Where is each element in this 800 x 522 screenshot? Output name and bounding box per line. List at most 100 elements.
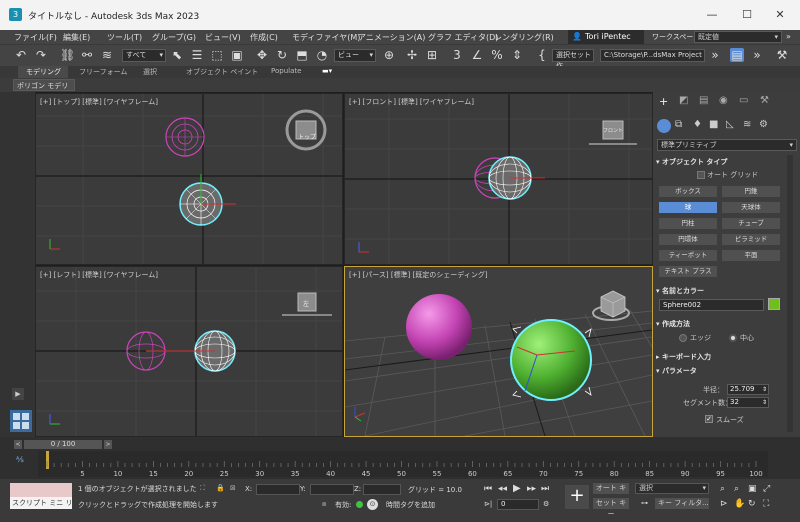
unlink-icon[interactable]: ⚯	[80, 48, 94, 62]
systems-icon[interactable]: ⚙	[759, 119, 768, 130]
magenta-sphere-wireframe[interactable]	[165, 117, 205, 157]
display-tab-icon[interactable]: ▭	[739, 95, 748, 106]
menu-animation[interactable]: アニメーション(A)	[358, 32, 425, 43]
x-coordinate-field[interactable]	[256, 484, 300, 495]
geometry-icon[interactable]	[657, 119, 671, 133]
viewcube-top[interactable]	[285, 109, 327, 151]
toolbar-overflow-icon[interactable]: »	[708, 48, 722, 62]
key-filters-button[interactable]: キー フィルタ...	[655, 498, 709, 509]
zoom-icon[interactable]: ⌕	[720, 484, 725, 494]
object-name-input[interactable]: Sphere002	[659, 299, 764, 311]
keyboard-shortcut-icon[interactable]: ⊞	[425, 48, 439, 62]
name-color-header[interactable]: ▾ 名前とカラー	[656, 286, 704, 296]
bind-space-warp-icon[interactable]: ≋	[100, 48, 114, 62]
time-slider-next-icon[interactable]: >	[104, 440, 112, 449]
menu-view[interactable]: ビュー(V)	[205, 32, 241, 43]
key-icon[interactable]: ⊶	[641, 499, 648, 507]
shapes-icon[interactable]: ⧉	[675, 119, 682, 130]
go-to-end-icon[interactable]: ⏭	[541, 484, 549, 494]
motion-tab-icon[interactable]: ◉	[719, 95, 728, 106]
viewport-perspective[interactable]: [+] [パース] [標準] [既定のシェーディング]	[344, 266, 653, 437]
toolbar-more-icon[interactable]: »	[750, 48, 764, 62]
play-icon[interactable]: ▶	[12, 388, 24, 400]
undo-icon[interactable]: ↶	[14, 48, 28, 62]
smooth-checkbox[interactable]: ✓	[705, 415, 713, 423]
ribbon-options-icon[interactable]: ▬▾	[322, 67, 332, 75]
menu-file[interactable]: ファイル(F)	[14, 32, 57, 43]
tab-freeform[interactable]: フリーフォーム	[79, 67, 127, 77]
selection-lock-icon[interactable]: 🔒	[216, 484, 225, 492]
pyramid-button[interactable]: ピラミッド	[722, 234, 780, 245]
selection-filter-dropdown[interactable]: すべて ▾	[122, 49, 166, 62]
move-icon[interactable]: ✥	[255, 48, 269, 62]
command-panel-scrollbar[interactable]	[787, 155, 793, 432]
set-key-big-icon[interactable]: +	[565, 485, 589, 509]
viewport-layout-icon[interactable]	[10, 410, 32, 432]
pivot-center-icon[interactable]: ⊕	[382, 48, 396, 62]
previous-frame-icon[interactable]: ◂◂	[498, 484, 507, 494]
absolute-mode-icon[interactable]: ⊠	[230, 484, 236, 492]
menu-tools[interactable]: ツール(T)	[107, 32, 142, 43]
menu-edit[interactable]: 編集(E)	[63, 32, 90, 43]
viewport-front[interactable]: [+] [フロント] [標準] [ワイヤフレーム] フロント	[344, 93, 653, 265]
close-icon[interactable]: ✕	[770, 6, 790, 24]
hierarchy-tab-icon[interactable]: ▤	[699, 95, 708, 106]
cylinder-button[interactable]: 円柱	[659, 218, 717, 229]
link-icon[interactable]: ⛓	[60, 48, 75, 62]
zoom-extents-icon[interactable]: ▣	[748, 484, 757, 494]
tab-selection[interactable]: 選択	[143, 67, 157, 77]
placement-icon[interactable]: ◔	[315, 48, 329, 62]
select-object-icon[interactable]: ⬉	[170, 48, 184, 62]
key-selection-dropdown[interactable]: 選択 ▾	[635, 483, 709, 494]
creation-method-header[interactable]: ▾ 作成方法	[656, 319, 690, 329]
named-selection-dropdown[interactable]: 選択セット作	[552, 49, 594, 70]
helpers-icon[interactable]: ◺	[726, 119, 734, 130]
cameras-icon[interactable]: ■	[709, 119, 718, 130]
next-frame-icon[interactable]: ▸▸	[527, 484, 536, 494]
radius-spinner[interactable]: 25.709 ⇕	[727, 384, 769, 395]
field-of-view-icon[interactable]: ⊳	[720, 499, 728, 509]
play-animation-icon[interactable]: ▶	[513, 483, 521, 494]
scale-icon[interactable]: ⬒	[295, 48, 309, 62]
torus-button[interactable]: 円環体	[659, 234, 717, 245]
viewport-perspective-label[interactable]: [+] [パース] [標準] [既定のシェーディング]	[349, 270, 488, 280]
object-type-header[interactable]: ▾ オブジェクト タイプ	[656, 157, 727, 167]
create-tab-icon[interactable]: +	[659, 95, 668, 108]
autogrid-checkbox[interactable]	[697, 171, 705, 179]
zoom-all-icon[interactable]: ⌕	[734, 484, 739, 494]
menu-graph-editors[interactable]: グラフ エディタ(D)	[428, 32, 498, 43]
viewport-top[interactable]: [+] [トップ] [標準] [ワイヤフレーム] トップ	[35, 93, 343, 265]
percent-snap-icon[interactable]: %	[490, 48, 504, 62]
edit-named-selection-icon[interactable]: {	[535, 48, 549, 62]
maxscript-listener-input[interactable]: スクリプト ミニ リス	[10, 497, 72, 509]
user-account[interactable]: 👤 Tori iPentec	[568, 30, 644, 44]
lights-icon[interactable]: ♦	[693, 119, 702, 130]
isolate-selection-icon[interactable]: ⛶	[200, 484, 205, 493]
viewport-front-label[interactable]: [+] [フロント] [標準] [ワイヤフレーム]	[349, 97, 474, 107]
sphere-button[interactable]: 球	[659, 202, 717, 213]
space-warps-icon[interactable]: ≋	[743, 119, 751, 130]
go-to-start-icon[interactable]: ⏮	[484, 484, 492, 494]
maximize-icon[interactable]: ☐	[737, 6, 757, 24]
select-by-name-icon[interactable]: ☰	[190, 48, 204, 62]
rectangular-selection-icon[interactable]: ⬚	[210, 48, 224, 62]
green-sphere-shaded[interactable]	[510, 319, 592, 401]
minimize-icon[interactable]: —	[702, 6, 722, 24]
angle-snap-icon[interactable]: ∠	[470, 48, 484, 62]
tab-modeling[interactable]: モデリング	[18, 66, 68, 78]
current-frame-field[interactable]: 0	[497, 499, 539, 510]
set-key-button[interactable]: セット キー	[593, 498, 629, 518]
adaptive-degradation-icon[interactable]: ⧈	[322, 500, 326, 509]
tube-button[interactable]: チューブ	[722, 218, 780, 229]
geosphere-button[interactable]: 天球体	[722, 202, 780, 213]
menu-overflow-icon[interactable]: »	[786, 32, 791, 41]
box-button[interactable]: ボックス	[659, 186, 717, 197]
orbit-icon[interactable]: ↻	[748, 499, 756, 509]
menu-group[interactable]: グループ(G)	[152, 32, 196, 43]
workspace-dropdown[interactable]: 既定値 ▾	[694, 31, 782, 43]
plane-button[interactable]: 平面	[722, 250, 780, 261]
snaps-toggle-icon[interactable]: 3	[450, 48, 464, 62]
hammer-icon[interactable]: ⚒	[775, 48, 789, 62]
track-bar[interactable]: 5 10 15 20 25 30 35 40 45 50 55 60 65 70 75 80 85 90 95 100	[38, 451, 768, 477]
time-tag-icon[interactable]: ⊙	[367, 499, 378, 510]
